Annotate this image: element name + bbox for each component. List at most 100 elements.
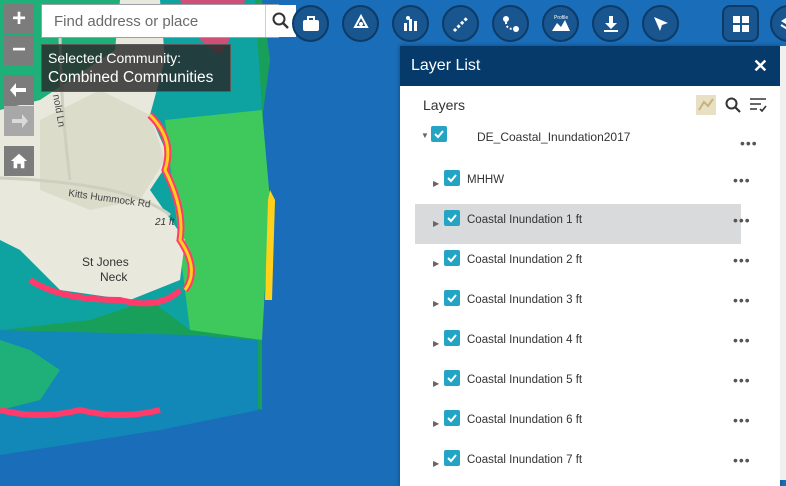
select-tool-icon: [650, 13, 672, 35]
layer-row[interactable]: ▶Coastal Inundation 4 ft•••: [415, 324, 741, 364]
root-layer-checkbox[interactable]: [431, 126, 447, 142]
download-tool-button[interactable]: [592, 5, 629, 42]
layer-label: Coastal Inundation 7 ft: [467, 454, 582, 466]
layers-bar: Layers: [400, 86, 780, 122]
layer-checkbox[interactable]: [444, 250, 460, 266]
dashboard-tool-button[interactable]: [722, 5, 759, 42]
checkmark-icon: [446, 172, 458, 184]
caret-right-icon[interactable]: ▶: [433, 259, 439, 268]
layer-more-button[interactable]: •••: [733, 452, 751, 468]
community-label: Selected Community:: [48, 49, 224, 68]
checkmark-icon: [446, 212, 458, 224]
layer-label: Coastal Inundation 5 ft: [467, 374, 582, 386]
directions-tool-button[interactable]: [492, 5, 529, 42]
checkmark-icon: [446, 252, 458, 264]
layer-label: Coastal Inundation 4 ft: [467, 334, 582, 346]
next-extent-button[interactable]: [4, 106, 34, 136]
home-button[interactable]: [4, 146, 34, 176]
search-icon: [272, 12, 290, 30]
recycle-tool-button[interactable]: [342, 5, 379, 42]
panel-header: Layer List ✕: [400, 46, 780, 86]
checkmark-icon: [446, 332, 458, 344]
root-layer-more-button[interactable]: •••: [740, 135, 758, 151]
search-input[interactable]: [42, 5, 265, 37]
layer-checkbox[interactable]: [444, 330, 460, 346]
arrow-right-icon: [10, 112, 28, 130]
layer-label: MHHW: [467, 174, 504, 186]
checkmark-icon: [446, 452, 458, 464]
close-button[interactable]: ✕: [753, 56, 768, 77]
layer-row[interactable]: ▶Coastal Inundation 2 ft•••: [415, 244, 741, 284]
layer-list-panel: Layer List ✕ Layers ▼ DE_Coastal_Inundat…: [400, 46, 780, 486]
layer-checkbox[interactable]: [444, 370, 460, 386]
layer-row[interactable]: ▶MHHW•••: [415, 164, 741, 204]
layer-more-button[interactable]: •••: [733, 212, 751, 228]
previous-extent-button[interactable]: [4, 75, 34, 105]
layer-more-button[interactable]: •••: [733, 172, 751, 188]
layer-label: Coastal Inundation 2 ft: [467, 254, 582, 266]
layer-options-icon[interactable]: [749, 97, 767, 113]
search-box: [41, 4, 279, 38]
place-label: St Jones: [82, 255, 129, 269]
caret-right-icon[interactable]: ▶: [433, 419, 439, 428]
layer-more-button[interactable]: •••: [733, 292, 751, 308]
layer-checkbox[interactable]: [444, 450, 460, 466]
layer-row[interactable]: ▶Coastal Inundation 7 ft•••: [415, 444, 741, 484]
measure-tool-icon: [450, 13, 472, 35]
caret-right-icon[interactable]: ▶: [433, 459, 439, 468]
checkmark-icon: [433, 128, 445, 140]
checkmark-icon: [446, 372, 458, 384]
briefcase-tool-button[interactable]: [292, 5, 329, 42]
caret-down-icon[interactable]: ▼: [421, 131, 429, 140]
layer-more-button[interactable]: •••: [733, 412, 751, 428]
caret-right-icon[interactable]: ▶: [433, 219, 439, 228]
panel-scrollbar[interactable]: [780, 46, 786, 480]
caret-right-icon[interactable]: ▶: [433, 339, 439, 348]
layer-row[interactable]: ▶Coastal Inundation 1 ft•••: [415, 204, 741, 244]
layer-more-button[interactable]: •••: [733, 252, 751, 268]
caret-right-icon[interactable]: ▶: [433, 179, 439, 188]
zoom-in-button[interactable]: +: [4, 4, 34, 34]
layers-bar-icons: [695, 94, 767, 116]
select-tool-button[interactable]: [642, 5, 679, 42]
chart-tool-button[interactable]: [392, 5, 429, 42]
layers-tool-icon: [778, 13, 786, 35]
caret-right-icon[interactable]: ▶: [433, 299, 439, 308]
selected-community-box: Selected Community: Combined Communities: [41, 44, 231, 92]
layers-heading: Layers: [423, 97, 465, 113]
profile-tool-button[interactable]: Profile: [542, 5, 579, 42]
arrow-left-icon: [10, 81, 28, 99]
profile-tool-label: Profile: [554, 15, 568, 21]
panel-title: Layer List: [411, 57, 480, 75]
caret-right-icon[interactable]: ▶: [433, 379, 439, 388]
layer-label: Coastal Inundation 3 ft: [467, 294, 582, 306]
layer-label: Coastal Inundation 1 ft: [467, 214, 582, 226]
home-icon: [10, 151, 28, 171]
community-value: Combined Communities: [48, 68, 224, 87]
zoom-out-button[interactable]: −: [4, 35, 34, 65]
layer-checkbox[interactable]: [444, 410, 460, 426]
recycle-tool-icon: [350, 13, 372, 35]
layer-row[interactable]: ▶Coastal Inundation 6 ft•••: [415, 404, 741, 444]
search-layers-icon[interactable]: [725, 97, 741, 113]
layer-row[interactable]: ▶Coastal Inundation 3 ft•••: [415, 284, 741, 324]
briefcase-tool-icon: [300, 13, 322, 35]
checkmark-icon: [446, 412, 458, 424]
layer-more-button[interactable]: •••: [733, 332, 751, 348]
layer-checkbox[interactable]: [444, 290, 460, 306]
layer-label: Coastal Inundation 6 ft: [467, 414, 582, 426]
root-layer-row[interactable]: ▼ DE_Coastal_Inundation2017 •••: [415, 126, 765, 166]
layer-checkbox[interactable]: [444, 170, 460, 186]
layer-more-button[interactable]: •••: [733, 372, 751, 388]
layer-checkbox[interactable]: [444, 210, 460, 226]
chart-tool-icon: [400, 13, 422, 35]
root-layer-label: DE_Coastal_Inundation2017: [477, 130, 630, 144]
measure-tool-button[interactable]: [442, 5, 479, 42]
place-label-2: Neck: [100, 270, 128, 284]
download-tool-icon: [600, 13, 622, 35]
elevation-label: 21 ft: [154, 217, 176, 228]
dashboard-tool-icon: [730, 13, 752, 35]
map-thumbnail-icon[interactable]: [695, 94, 717, 116]
layer-row[interactable]: ▶Coastal Inundation 5 ft•••: [415, 364, 741, 404]
directions-tool-icon: [500, 13, 522, 35]
